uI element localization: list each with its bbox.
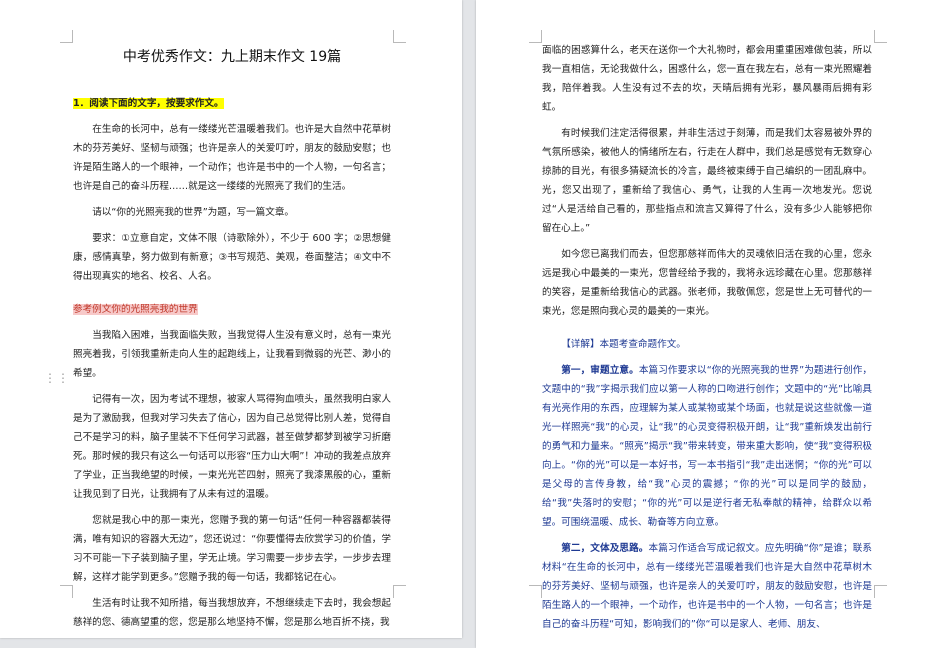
prompt-paragraph: 在生命的长河中，总有一缕缕光芒温暖着我们。也许是大自然中花草树木的芬芳美好、坚韧… — [73, 124, 391, 192]
document-page-right: 面临的困惑算什么，老天在送你一个大礼物时，都会用重重困难做包装，所以我一直相信，… — [476, 0, 951, 648]
example-title: 你的光照亮我的世界 — [111, 304, 198, 315]
essay-paragraph: 有时候我们注定活得很累，并非生活过于刻薄，而是我们太容易被外界的气氛所感染，被他… — [542, 128, 872, 234]
crop-mark-bottom-left — [529, 585, 542, 598]
example-label: 参考例文 — [73, 304, 112, 315]
left-page-content: 中考优秀作文：九上期末作文 19篇 1．阅读下面的文字，按要求作文。 在生命的长… — [73, 44, 391, 638]
analysis-text: 本篇习作要求以“你的光照亮我的世界”为题进行创作，文题中的“我”字揭示我们应以第… — [542, 365, 872, 528]
analysis-paragraph: 第二，文体及思路。本篇习作适合写成记叙文。应先明确“你”是谁；联系材料“在生命的… — [542, 539, 872, 634]
analysis-label: 【详解】本题考查命题作文。 — [561, 339, 686, 350]
crop-mark-bottom-left — [60, 585, 73, 598]
drag-handle-icon[interactable]: ⋮⋮ — [44, 372, 69, 391]
crop-mark-top-right — [393, 30, 406, 43]
analysis-lead: 第二，文体及思路。 — [561, 543, 649, 554]
crop-mark-top-left — [529, 30, 542, 43]
prompt-instruction: 请以“你的光照亮我的世界”为题，写一篇文章。 — [92, 207, 295, 218]
crop-mark-bottom-right — [393, 585, 406, 598]
analysis-text: 本篇习作适合写成记叙文。应先明确“你”是谁；联系材料“在生命的长河中，总有一缕缕… — [542, 543, 872, 630]
crop-mark-top-right — [874, 30, 887, 43]
right-page-content: 面临的困惑算什么，老天在送你一个大礼物时，都会用重重困难做包装，所以我一直相信，… — [542, 41, 872, 641]
analysis-heading: 【详解】本题考查命题作文。 — [542, 335, 872, 354]
prompt-requirements: 要求：①立意自定，文体不限（诗歌除外），不少于 600 字；②思想健康，感情真挚… — [73, 233, 391, 282]
essay-paragraph: 您就是我心中的那一束光，您赠予我的第一句话“任何一种容器都装得满，唯有知识的容器… — [73, 515, 391, 583]
crop-mark-top-left — [60, 30, 73, 43]
crop-mark-bottom-right — [874, 585, 887, 598]
question-paragraph: 1．阅读下面的文字，按要求作文。 — [73, 94, 391, 113]
essay-paragraph: 如今您已离我们而去，但您那慈祥而伟大的灵魂依旧活在我的心里，您永远是我心中最美的… — [542, 249, 872, 317]
essay-paragraph: 面临的困惑算什么，老天在送你一个大礼物时，都会用重重困难做包装，所以我一直相信，… — [542, 45, 872, 113]
essay-paragraph: 当我陷入困难，当我面临失败，当我觉得人生没有意义时，总有一束光照亮着我，引领我重… — [73, 330, 391, 379]
example-heading: 参考例文你的光照亮我的世界 — [73, 300, 391, 319]
analysis-lead: 第一，审题立意。 — [561, 365, 639, 376]
analysis-paragraph: 第一，审题立意。本篇习作要求以“你的光照亮我的世界”为题进行创作，文题中的“我”… — [542, 361, 872, 532]
essay-paragraph: 记得有一次，因为考试不理想，被家人骂得狗血喷头，虽然我明白家人是为了激励我，但我… — [73, 394, 391, 500]
document-title: 中考优秀作文：九上期末作文 19篇 — [122, 49, 342, 65]
question-label: 1．阅读下面的文字，按要求作文。 — [73, 98, 224, 109]
essay-paragraph: 生活有时让我不知所措，每当我想放弃，不想继续走下去时，我会想起慈祥的您、德高望重… — [73, 598, 391, 628]
document-page-left: ⋮⋮ 中考优秀作文：九上期末作文 19篇 1．阅读下面的文字，按要求作文。 在生… — [0, 0, 462, 638]
